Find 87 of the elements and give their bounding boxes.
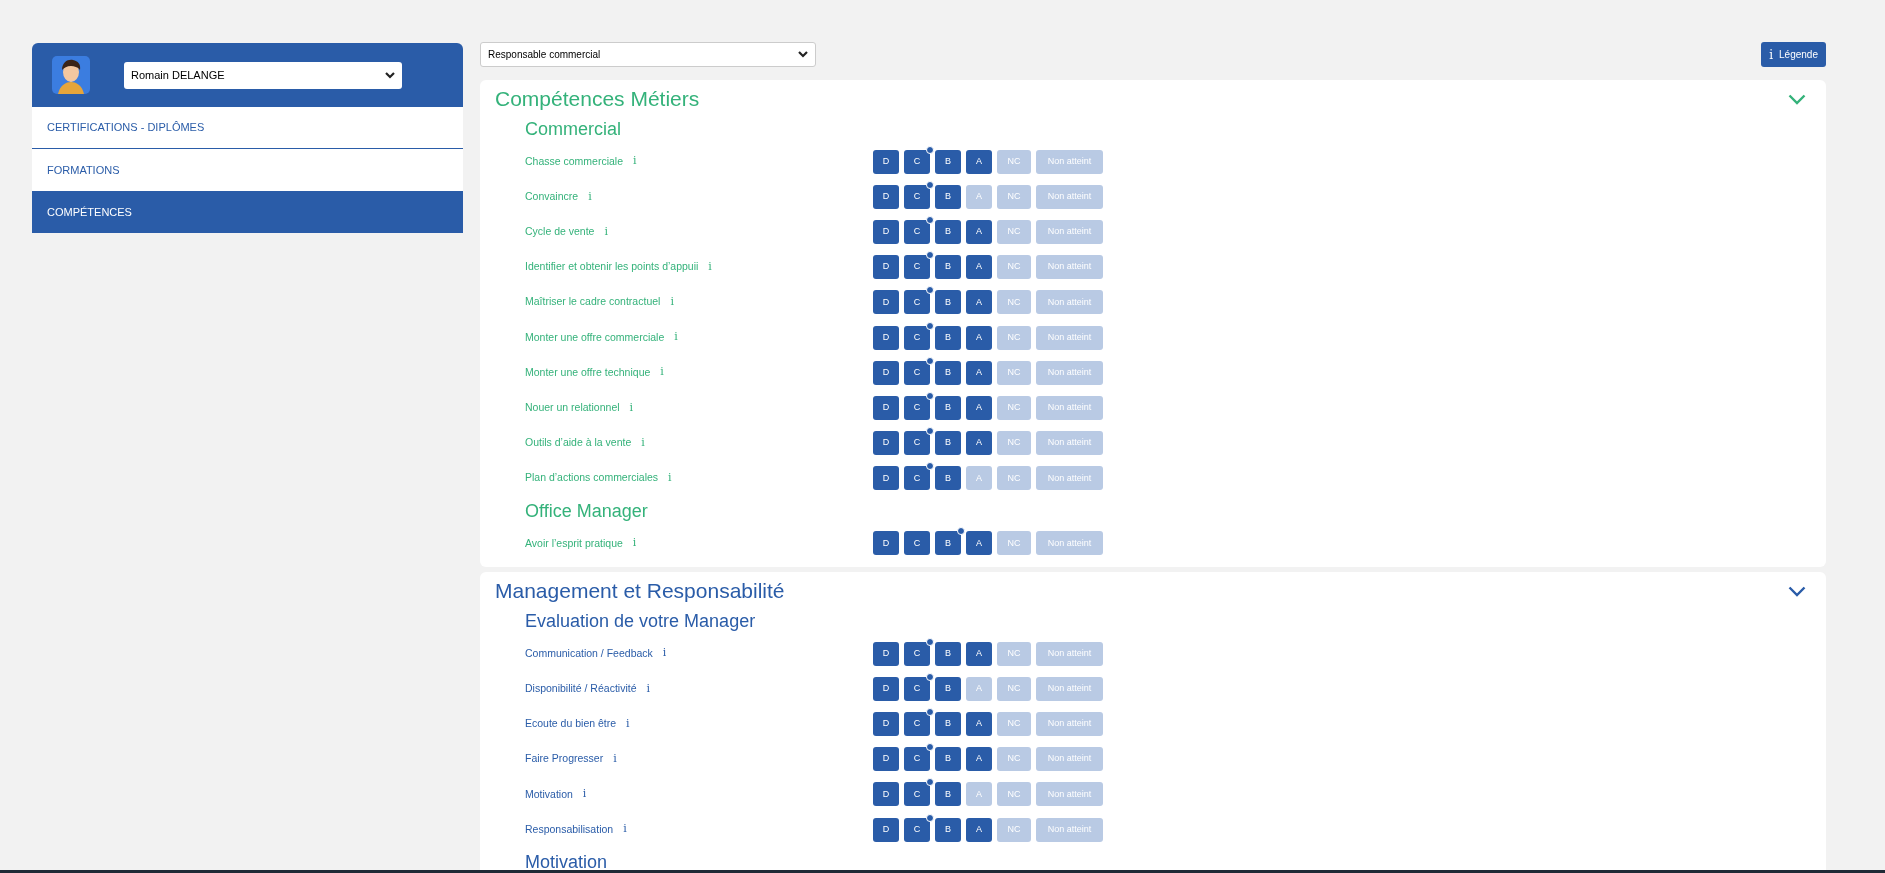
level-button[interactable]: B (935, 395, 961, 420)
group-title: Commercial (525, 118, 622, 141)
skill-label: Chasse commerciale (525, 153, 624, 169)
level-button[interactable]: D (873, 149, 899, 174)
level-button[interactable]: B (935, 817, 961, 842)
level-button[interactable]: D (873, 676, 899, 701)
level-button[interactable]: D (873, 431, 899, 456)
sidebar-item[interactable]: COMPÉTENCES (32, 191, 463, 233)
level-button[interactable]: D (873, 466, 899, 491)
info-icon[interactable]: i (646, 680, 650, 698)
level-button[interactable]: A (966, 149, 992, 174)
level-button[interactable]: B (935, 782, 961, 807)
skill-label: Identifier et obtenir les points d’appuii (525, 259, 699, 275)
user-select[interactable]: Romain DELANGE (124, 61, 402, 89)
level-button[interactable]: D (873, 184, 899, 209)
level-button[interactable]: B (935, 676, 961, 701)
level-button[interactable]: A (966, 641, 992, 666)
info-icon[interactable]: i (623, 821, 627, 838)
level-button[interactable]: A (966, 219, 992, 244)
level-button[interactable]: A (966, 712, 992, 737)
skill-label: Outils d’aide à la vente (525, 435, 632, 451)
level-button[interactable]: B (935, 290, 961, 315)
sidebar-item[interactable]: FORMATIONS (32, 149, 463, 191)
level-button[interactable]: A (966, 290, 992, 315)
info-icon[interactable]: i (582, 786, 587, 803)
skill-label: Monter une offre commerciale (525, 329, 665, 345)
chevron-down-icon[interactable] (1788, 585, 1806, 597)
level-button[interactable]: D (873, 290, 899, 315)
level-button[interactable]: A (966, 325, 992, 350)
level-button[interactable]: A (966, 360, 992, 385)
skill-label: Cycle de vente (525, 224, 595, 240)
job-select[interactable]: Responsable commercial (480, 42, 816, 67)
skill-label: Nouer un relationnel (525, 400, 620, 416)
level-button[interactable]: A (966, 431, 992, 456)
level-button[interactable]: D (873, 219, 899, 244)
info-icon[interactable]: i (613, 750, 617, 768)
skill-label: Ecoute du bien être (525, 716, 617, 732)
skill-label: Plan d’actions commerciales (525, 470, 659, 486)
legend-button[interactable]: i Légende (1761, 42, 1826, 67)
level-button[interactable]: A (966, 255, 992, 280)
level-button[interactable]: B (935, 325, 961, 350)
sidebar-item[interactable]: CERTIFICATIONS - DIPLÔMES (32, 107, 463, 149)
level-button[interactable]: D (873, 817, 899, 842)
level-button[interactable]: B (935, 149, 961, 174)
caret-icon (385, 71, 395, 79)
level-button[interactable]: A (966, 531, 992, 556)
skill-label: Monter une offre technique (525, 364, 651, 380)
skill-label: Responsabilisation (525, 821, 614, 837)
skill-label: Convaincre (525, 188, 579, 204)
level-button[interactable]: B (935, 431, 961, 456)
level-button[interactable]: B (935, 184, 961, 209)
group-title: Motivation (525, 851, 609, 870)
info-icon[interactable]: i (662, 645, 667, 662)
level-button[interactable]: D (873, 255, 899, 280)
skill-label: Faire Progresser (525, 751, 604, 767)
caret-icon (798, 51, 808, 58)
skill-label: Maîtriser le cadre contractuel (525, 294, 661, 310)
section-title: Management et Responsabilité (495, 578, 785, 605)
skill-label: Disponibilité / Réactivité (525, 680, 637, 696)
level-button[interactable]: A (966, 817, 992, 842)
level-button[interactable]: B (935, 641, 961, 666)
level-button[interactable]: B (935, 219, 961, 244)
level-button[interactable]: A (966, 395, 992, 420)
skill-label: Motivation (525, 786, 573, 802)
section-title: Compétences Métiers (495, 86, 700, 113)
group-title: Evaluation de votre Manager (525, 610, 757, 634)
level-button[interactable]: A (966, 747, 992, 772)
level-button[interactable]: D (873, 360, 899, 385)
level-button[interactable]: B (935, 255, 961, 280)
level-button[interactable]: D (873, 747, 899, 772)
avatar-icon (52, 56, 90, 94)
level-button[interactable]: B (935, 360, 961, 385)
info-icon[interactable]: i (626, 715, 630, 733)
level-button[interactable]: B (935, 712, 961, 737)
level-button[interactable]: D (873, 641, 899, 666)
level-button[interactable]: D (873, 325, 899, 350)
chevron-down-icon[interactable] (1788, 93, 1806, 105)
skill-label: Communication / Feedback (525, 645, 653, 661)
level-button[interactable]: D (873, 395, 899, 420)
level-button[interactable]: D (873, 531, 899, 556)
level-button[interactable]: D (873, 782, 899, 807)
level-button[interactable]: B (935, 466, 961, 491)
skill-label: Avoir l’esprit pratique (525, 535, 623, 551)
level-button[interactable]: B (935, 747, 961, 772)
group-title: Office Manager (525, 499, 649, 523)
level-button[interactable]: D (873, 712, 899, 737)
level-button[interactable]: C (904, 531, 930, 556)
